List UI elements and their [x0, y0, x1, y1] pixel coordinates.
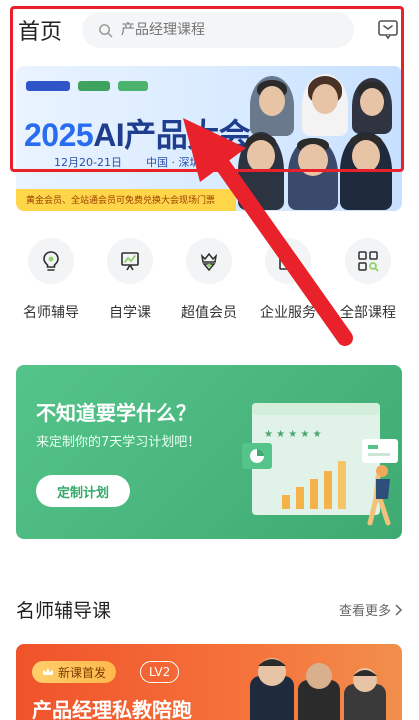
- study-plan-subtitle: 来定制你的7天学习计划吧！: [36, 435, 201, 450]
- quick-entry-label: 企业服务: [260, 305, 316, 321]
- quick-entry-label: 名师辅导: [23, 305, 79, 321]
- crown-icon: [43, 668, 53, 675]
- quick-entry-membership[interactable]: 超值会员: [167, 230, 251, 322]
- new-course-badge: 新课首发: [32, 661, 117, 683]
- svg-text:★ ★ ★ ★ ★: ★ ★ ★ ★ ★: [264, 429, 322, 440]
- banner-strip: 黄金会员、全站通会员可免费兑换大会现场门票: [16, 189, 236, 211]
- view-more-link[interactable]: 查看更多: [339, 600, 403, 619]
- custom-plan-button[interactable]: 定制计划: [36, 475, 130, 507]
- enterprise-icon: [279, 251, 297, 270]
- level-badge: LV2: [140, 661, 180, 683]
- easel-icon: [121, 252, 139, 271]
- crown-badge-icon: [200, 252, 218, 272]
- quick-entry-grid: 名师辅导 自学课 超值会员 企业服务 全部课程: [0, 230, 419, 330]
- quick-entry-enterprise[interactable]: 企业服务: [246, 230, 330, 322]
- bulb-icon: [43, 251, 59, 271]
- course-card[interactable]: 新课首发 LV2 产品经理私教陪跑: [16, 644, 402, 720]
- section-title: 名师辅导课: [16, 600, 112, 622]
- course-title: 产品经理私教陪跑: [32, 698, 192, 720]
- quick-entry-mentor[interactable]: 名师辅导: [9, 230, 93, 322]
- chevron-right-icon: [395, 603, 403, 616]
- quick-entry-label: 自学课: [109, 305, 151, 321]
- highlight-box: [10, 6, 404, 172]
- grid-search-icon: [358, 251, 379, 272]
- study-plan-title: 不知道要学什么？: [36, 401, 196, 425]
- study-plan-illustration: ★ ★ ★ ★ ★: [242, 403, 398, 526]
- quick-entry-self-study[interactable]: 自学课: [88, 230, 172, 322]
- instructor-photos: [250, 658, 386, 720]
- study-plan-card[interactable]: 不知道要学什么？ 来定制你的7天学习计划吧！ 定制计划 ★ ★ ★ ★ ★: [16, 365, 402, 539]
- quick-entry-label: 全部课程: [340, 305, 396, 321]
- quick-entry-all-courses[interactable]: 全部课程: [326, 230, 410, 322]
- quick-entry-label: 超值会员: [181, 305, 237, 321]
